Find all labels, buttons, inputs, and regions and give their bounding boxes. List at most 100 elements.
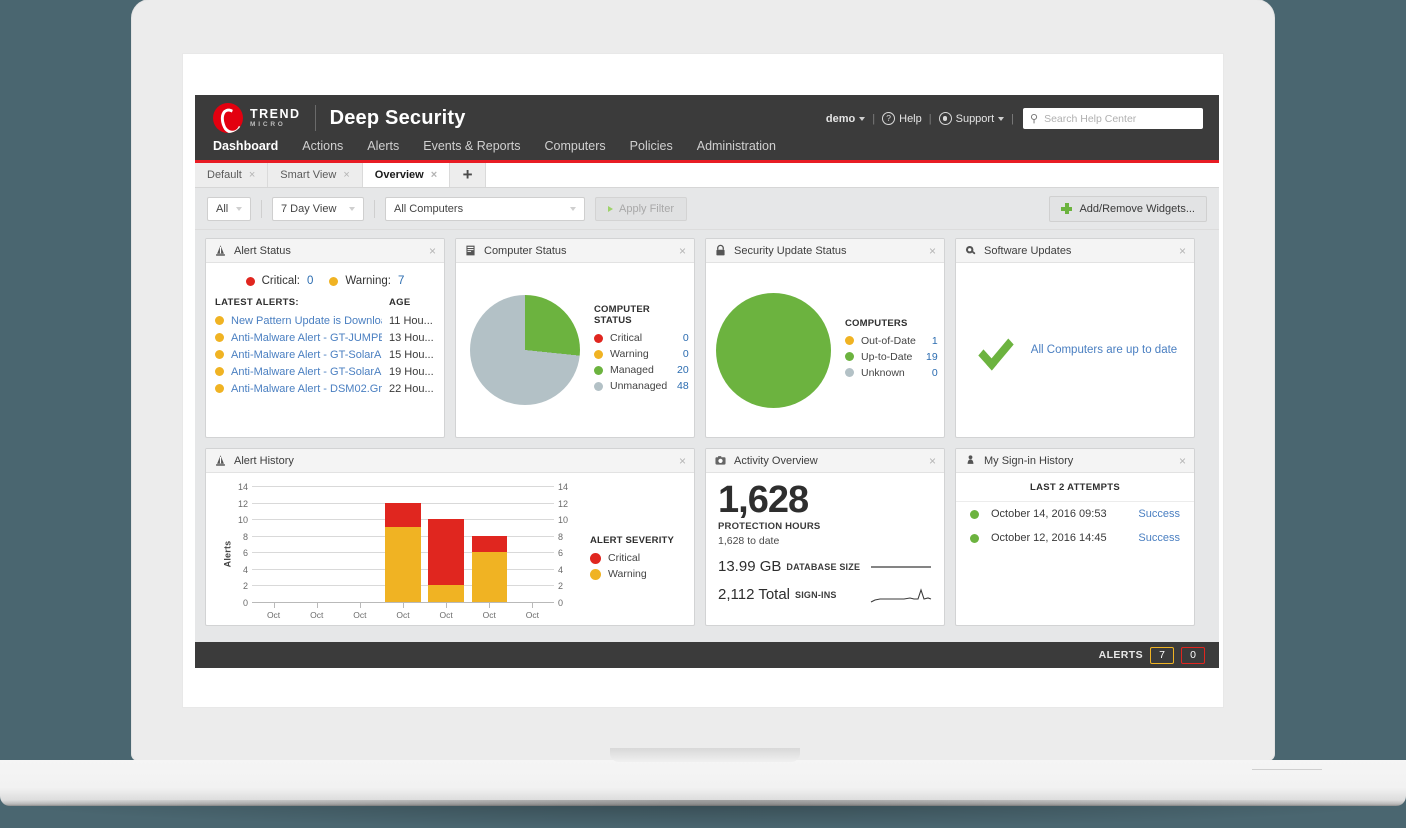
y-axis-tick-label: 14 [237,482,248,492]
add-tab-button[interactable]: + [450,163,487,187]
computer-status-legend: COMPUTER STATUS Critical 0 Warning 0 Man… [594,304,689,396]
widget-title: Activity Overview [734,454,818,467]
alert-history-bar-chart[interactable]: Alerts 0 0 2 2 4 4 6 6 8 8 10 10 12 12 14 14 Oct Oct Oct Oc… [212,482,590,625]
apply-filter-button[interactable]: Apply Filter [595,196,688,221]
critical-dot-icon [245,276,255,286]
scope-select[interactable]: All [207,196,251,221]
alert-name[interactable]: Anti-Malware Alert - DSM02.Gree... [231,383,382,395]
list-item[interactable]: Anti-Malware Alert - GT-JUMPBO... 13 Hou… [206,329,444,346]
close-icon[interactable]: × [929,245,936,257]
legend-item: Critical [590,552,686,564]
close-icon[interactable]: × [429,245,436,257]
database-size-stat: 13.99 GB DATABASE SIZE [718,558,932,575]
list-item[interactable]: Anti-Malware Alert - GT-SolarApp-S 15 Ho… [206,346,444,363]
legend-item: Unknown 0 [845,367,938,379]
close-icon[interactable]: × [431,169,437,181]
tab-smart-view[interactable]: Smart View × [268,163,363,187]
security-update-pie-chart[interactable] [716,292,831,408]
bar-stack[interactable] [471,535,507,602]
close-icon[interactable]: × [249,169,255,181]
widget-header: Alert History × [206,449,694,473]
nav-item-events-reports[interactable]: Events & Reports [423,139,520,153]
critical-dot-icon [594,333,603,343]
support-label: Support [955,112,995,125]
severity-dot-icon [215,384,224,393]
search-input[interactable] [1044,112,1196,125]
alert-name[interactable]: New Pattern Update is Download... [231,315,382,327]
close-icon[interactable]: × [1179,455,1186,467]
legend-value: 0 [682,348,689,360]
tab-overview[interactable]: Overview × [362,163,451,187]
bar-segment-critical[interactable] [428,519,464,586]
computers-select[interactable]: All Computers [385,196,585,221]
x-axis-tick [359,603,361,608]
play-icon [608,205,613,212]
signin-timestamp: October 12, 2016 14:45 [991,532,1107,544]
y-axis-tick-label: 12 [237,498,248,509]
status-badge[interactable]: Success [1138,532,1180,544]
nav-item-computers[interactable]: Computers [545,139,606,153]
alert-age: 13 Hou... [389,331,434,344]
activity-camera-icon [715,456,726,465]
help-center-search[interactable]: ⚲ [1023,108,1203,129]
close-icon[interactable]: × [1179,245,1186,257]
close-icon[interactable]: × [679,245,686,257]
warning-alerts-badge[interactable]: 7 [1150,646,1174,664]
table-row: October 14, 2016 09:53 Success [956,502,1194,526]
tab-label: Default [207,169,242,181]
legend-title: COMPUTERS [845,317,908,329]
warning-dot-icon [594,349,603,359]
close-icon[interactable]: × [929,455,936,467]
support-menu[interactable]: Support [938,112,1005,125]
bar-stack[interactable] [428,519,464,602]
bar-segment-warning[interactable] [385,527,421,602]
close-icon[interactable]: × [343,169,349,181]
brand-divider [314,105,316,131]
protection-hours-value: 1,628 [718,479,809,521]
alert-bell-icon [216,245,225,256]
legend-title: ALERT SEVERITY [590,535,675,546]
bar-segment-warning[interactable] [471,552,507,602]
bar-stack[interactable] [385,502,421,602]
critical-label: Critical: [261,275,300,287]
nav-item-administration[interactable]: Administration [697,139,776,153]
bar-segment-critical[interactable] [385,502,421,528]
protection-hours-label: PROTECTION HOURS [718,521,821,533]
computer-status-pie-chart[interactable] [470,295,580,405]
nav-item-alerts[interactable]: Alerts [367,139,399,153]
nav-item-actions[interactable]: Actions [302,139,343,153]
bar-segment-warning[interactable] [428,585,464,602]
nav-item-policies[interactable]: Policies [630,139,673,153]
software-package-icon [965,245,976,255]
help-link[interactable]: ? Help [882,112,922,125]
time-range-select[interactable]: 7 Day View [272,196,364,221]
alert-name[interactable]: Anti-Malware Alert - GT-JUMPBO... [231,332,382,344]
x-axis-tick [316,603,318,608]
widget-title: My Sign-in History [984,454,1074,467]
user-menu[interactable]: demo [825,112,866,125]
laptop-shadow [0,800,1406,828]
tab-default[interactable]: Default × [195,163,269,187]
list-item[interactable]: Anti-Malware Alert - DSM02.Gree... 22 Ho… [206,380,444,397]
security-update-legend: COMPUTERS Out-of-Date 1 Up-to-Date 19 Un… [845,318,938,383]
alert-name[interactable]: Anti-Malware Alert - GT-SolarApp-S [231,366,382,378]
product-title: Deep Security [329,106,466,129]
severity-dot-icon [215,350,224,359]
bar-segment-critical[interactable] [471,535,507,553]
widget-security-update-status: Security Update Status × COMPUTERS Out-o… [705,238,945,438]
critical-alerts-badge[interactable]: 0 [1181,646,1205,664]
close-icon[interactable]: × [679,455,686,467]
alert-name[interactable]: Anti-Malware Alert - GT-SolarApp-S [231,349,382,361]
widget-body: LAST 2 ATTEMPTS October 14, 2016 09:53 S… [956,473,1194,625]
list-item[interactable]: Anti-Malware Alert - GT-SolarApp-S 19 Ho… [206,363,444,380]
status-badge[interactable]: Success [1138,508,1180,520]
user-name: demo [825,112,856,125]
alert-age: 11 Hou... [389,314,433,327]
software-updates-message[interactable]: All Computers are up to date [1031,344,1177,356]
y-axis-tick-label: 8 [242,531,248,542]
brand[interactable]: TREND MICRO Deep Security [213,103,466,133]
add-remove-widgets-button[interactable]: Add/Remove Widgets... [1049,195,1207,222]
list-item[interactable]: New Pattern Update is Download... 11 Hou… [206,312,444,329]
nav-item-dashboard[interactable]: Dashboard [213,139,278,153]
time-range-value: 7 Day View [281,202,337,215]
